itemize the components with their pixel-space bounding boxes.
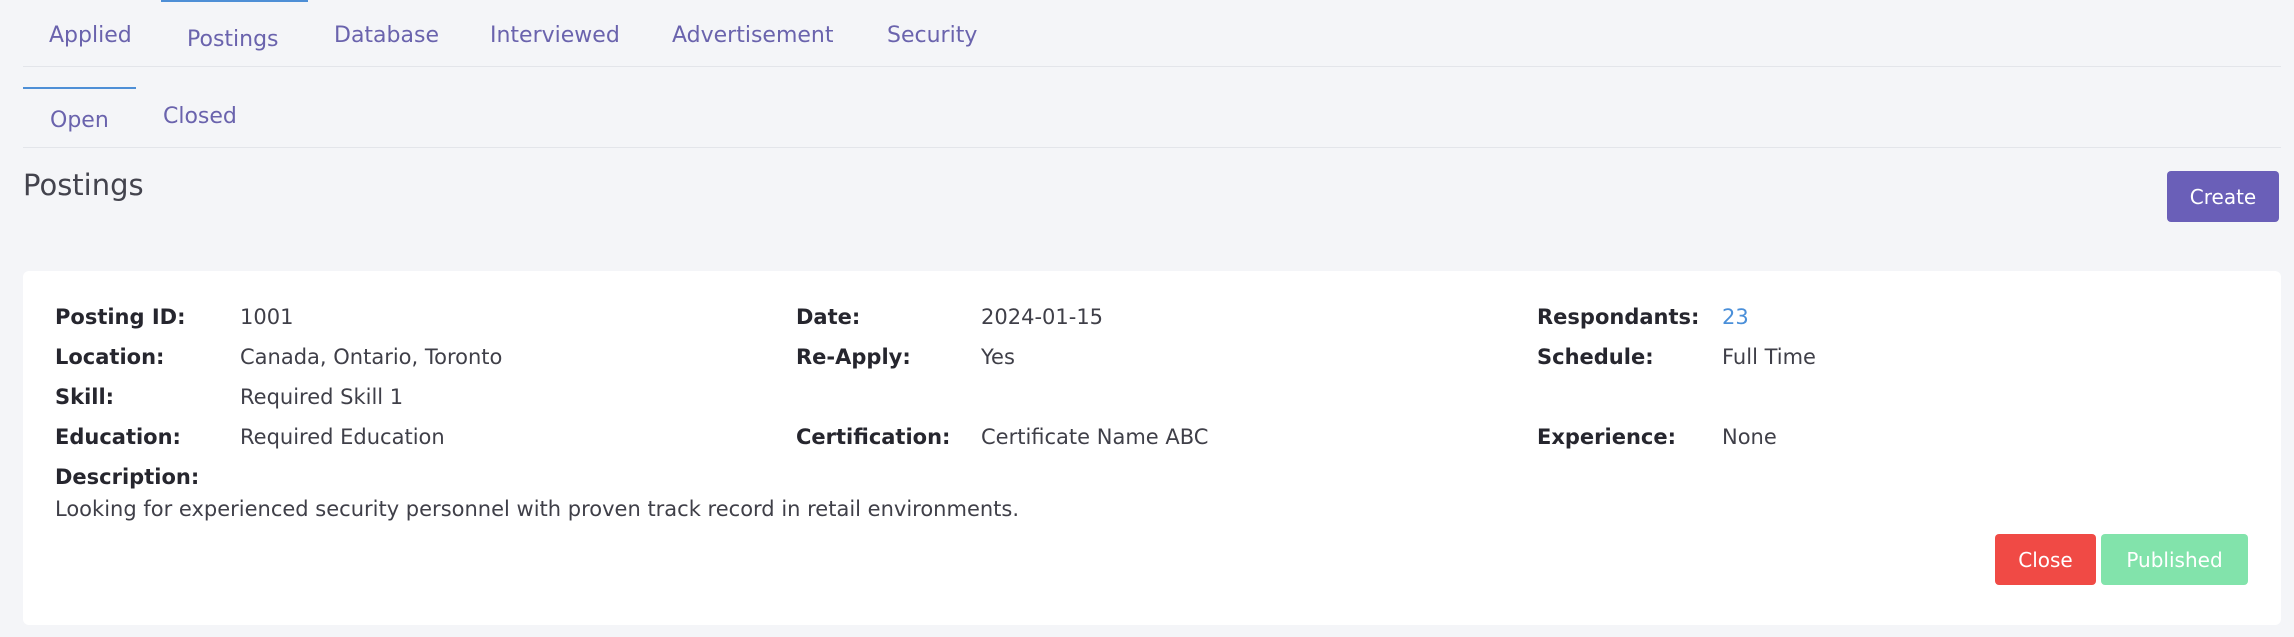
published-button[interactable]: Published [2101, 534, 2248, 585]
location-value: Canada, Ontario, Toronto [240, 345, 503, 369]
schedule-value: Full Time [1722, 345, 1816, 369]
tab-database[interactable]: Database [334, 0, 439, 67]
description-text: Looking for experienced security personn… [55, 497, 1020, 521]
tab-advertisement[interactable]: Advertisement [672, 0, 834, 67]
education-value: Required Education [240, 425, 445, 449]
tab-postings[interactable]: Postings [161, 0, 308, 67]
location-label: Location: [55, 345, 165, 369]
subtab-closed[interactable]: Closed [163, 87, 237, 148]
description-label: Description: [55, 465, 200, 489]
date-label: Date: [796, 305, 861, 329]
respondants-label: Respondants: [1537, 305, 1700, 329]
certification-label: Certification: [796, 425, 951, 449]
certification-value: Certificate Name ABC [981, 425, 1209, 449]
skill-value: Required Skill 1 [240, 385, 404, 409]
posting-id-label: Posting ID: [55, 305, 186, 329]
reapply-value: Yes [981, 345, 1015, 369]
create-button[interactable]: Create [2167, 171, 2279, 222]
subtab-open[interactable]: Open [23, 87, 136, 148]
respondants-link[interactable]: 23 [1722, 305, 1749, 329]
skill-label: Skill: [55, 385, 115, 409]
main-tabs: Applied Postings Database Interviewed Ad… [23, 0, 2281, 67]
date-value: 2024-01-15 [981, 305, 1104, 329]
posting-id-value: 1001 [240, 305, 294, 329]
page-title: Postings [23, 168, 144, 202]
schedule-label: Schedule: [1537, 345, 1654, 369]
close-button[interactable]: Close [1995, 534, 2096, 585]
reapply-label: Re-Apply: [796, 345, 911, 369]
tab-security[interactable]: Security [887, 0, 977, 67]
experience-label: Experience: [1537, 425, 1677, 449]
tab-interviewed[interactable]: Interviewed [490, 0, 620, 67]
experience-value: None [1722, 425, 1777, 449]
education-label: Education: [55, 425, 181, 449]
tab-applied[interactable]: Applied [49, 0, 132, 67]
posting-card: Posting ID: 1001 Location: Canada, Ontar… [23, 271, 2281, 625]
sub-tabs: Open Closed [23, 67, 2281, 148]
